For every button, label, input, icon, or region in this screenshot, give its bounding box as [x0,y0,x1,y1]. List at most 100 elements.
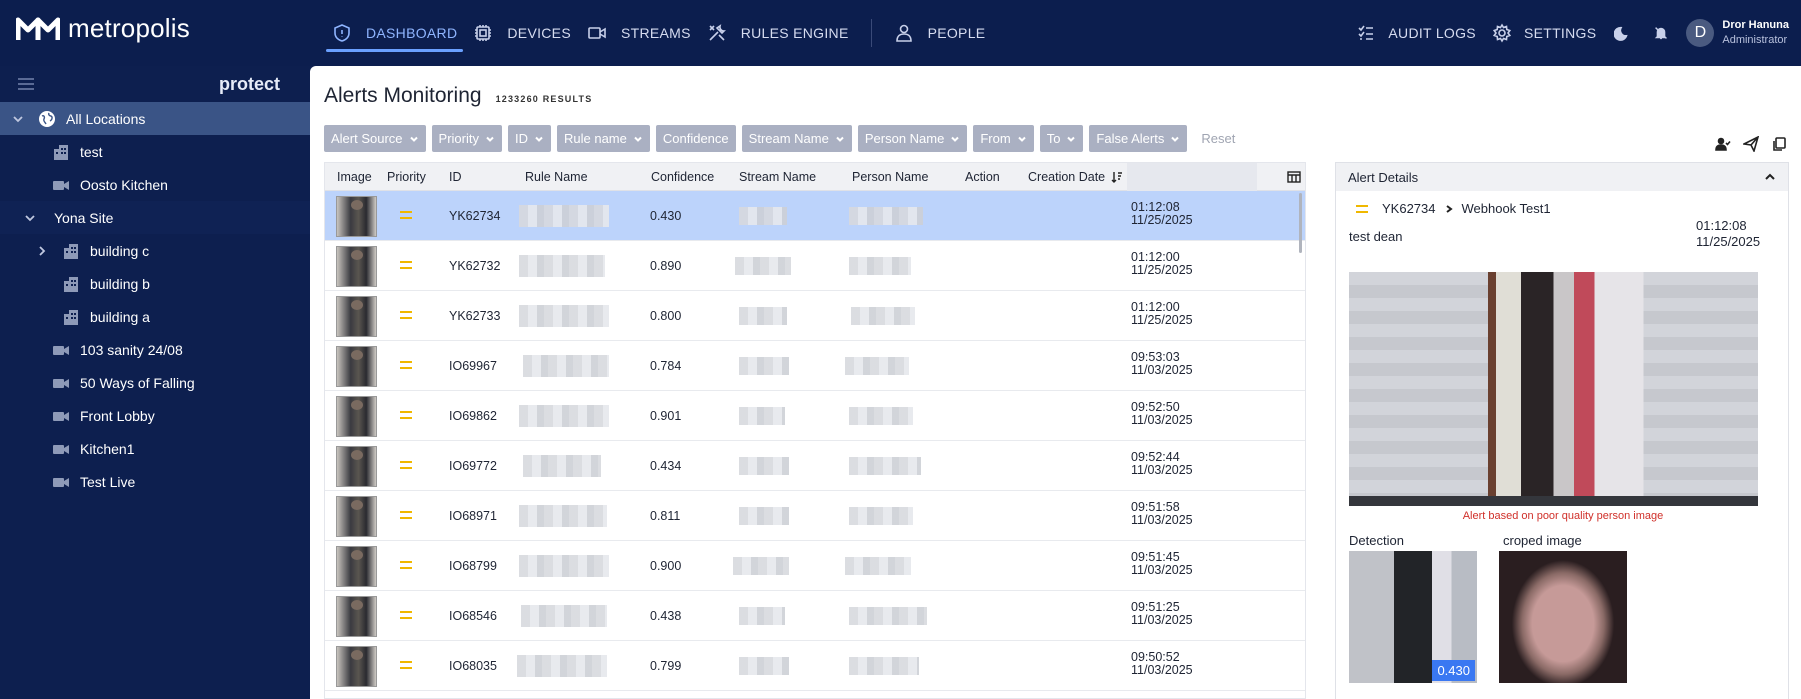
alert-thumbnail[interactable] [336,496,377,537]
alert-scene-image[interactable] [1349,272,1758,506]
col-confidence[interactable]: Confidence [651,170,714,184]
table-row[interactable]: IO68035 0.799 09:50:52 11/03/2025 [325,641,1305,691]
user-info[interactable]: Dror Hanuna Administrator [1722,18,1789,48]
priority-medium-icon [1356,204,1368,213]
col-stream-name[interactable]: Stream Name [739,170,816,184]
col-action[interactable]: Action [965,170,1000,184]
globe-icon [39,110,55,127]
col-id[interactable]: ID [449,170,462,184]
table-row[interactable]: IO68546 0.438 09:51:25 11/03/2025 [325,591,1305,641]
moon-icon[interactable] [1614,24,1632,42]
sidebar-item-all-locations[interactable]: All Locations [0,102,310,135]
filter-false-alerts[interactable]: False Alerts [1089,125,1188,152]
filter-person-name[interactable]: Person Name [857,125,968,152]
filter-priority[interactable]: Priority [431,125,502,152]
camera-icon [53,444,69,454]
col-priority[interactable]: Priority [387,170,426,184]
chevron-down-icon[interactable] [24,212,36,224]
detail-rule-name[interactable]: Webhook Test1 [1462,201,1551,216]
col-rule-name[interactable]: Rule Name [525,170,588,184]
nav-devices[interactable]: DEVICES [465,0,579,66]
redacted-person-name [849,257,911,275]
sidebar-item-building-a[interactable]: building a [0,300,310,333]
chevron-down-icon [409,136,418,142]
table-row[interactable]: IO69772 0.434 09:52:44 11/03/2025 [325,441,1305,491]
filter-id[interactable]: ID [508,125,551,152]
nav-streams[interactable]: STREAMS [579,0,699,66]
avatar[interactable]: D [1686,19,1715,47]
alert-thumbnail[interactable] [336,446,377,487]
nav-people[interactable]: PEOPLE [886,0,994,66]
table-row[interactable]: IO68799 0.900 09:51:45 11/03/2025 [325,541,1305,591]
col-creation-date[interactable]: Creation Date [1028,170,1123,184]
alert-thumbnail[interactable] [336,596,377,637]
col-person-name[interactable]: Person Name [852,170,928,184]
sidebar-item-yona-site[interactable]: Yona Site [0,201,310,234]
alert-thumbnail[interactable] [336,346,377,387]
table-scrollbar[interactable] [1299,193,1302,253]
reset-button[interactable]: Reset [1201,131,1235,146]
alert-thumbnail[interactable] [336,396,377,437]
filter-alert-source[interactable]: Alert Source [324,125,426,152]
alert-thumbnail[interactable] [336,296,377,337]
table-row[interactable]: IO69862 0.901 09:52:50 11/03/2025 [325,391,1305,441]
sidebar-item-oosto-kitchen[interactable]: Oosto Kitchen [0,168,310,201]
nav-settings[interactable]: SETTINGS [1484,0,1604,66]
table-row[interactable]: YK62732 0.890 01:12:00 11/25/2025 [325,241,1305,291]
columns-icon[interactable] [1287,170,1301,184]
redacted-rule-name [523,455,601,477]
table-body: YK62734 0.430 01:12:08 11/25/2025 YK62732… [325,191,1305,691]
redacted-rule-name [519,505,607,527]
menu-icon[interactable] [18,78,34,90]
chevron-down-icon [1171,136,1180,142]
filter-to[interactable]: To [1039,125,1084,152]
chevron-right-icon[interactable] [36,245,48,257]
creation-date: 09:53:03 11/03/2025 [1131,351,1193,377]
chevron-up-icon[interactable] [1764,171,1776,183]
col-image[interactable]: Image [337,170,372,184]
cropped-face-image[interactable] [1499,551,1627,683]
sort-icon[interactable] [1111,171,1123,183]
sidebar-item-test-live[interactable]: Test Live [0,465,310,498]
table-row[interactable]: YK62734 0.430 01:12:08 11/25/2025 [325,191,1305,241]
alert-thumbnail[interactable] [336,196,377,237]
redacted-rule-name [523,355,609,377]
filter-label: Stream Name [748,131,829,146]
filter-confidence[interactable]: Confidence [655,125,736,152]
alert-thumbnail[interactable] [336,546,377,587]
sidebar-item-50-ways[interactable]: 50 Ways of Falling [0,366,310,399]
alert-details-header[interactable]: Alert Details [1336,163,1788,191]
creation-day: 11/03/2025 [1131,513,1193,527]
alert-thumbnail[interactable] [336,246,377,287]
sidebar-item-103-sanity[interactable]: 103 sanity 24/08 [0,333,310,366]
sidebar-item-building-b[interactable]: building b [0,267,310,300]
nav-audit-logs[interactable]: AUDIT LOGS [1348,0,1484,66]
table-row[interactable]: YK62733 0.800 01:12:00 11/25/2025 [325,291,1305,341]
logo[interactable]: metropolis [16,13,190,44]
filter-label: From [980,131,1011,146]
filter-from[interactable]: From [973,125,1034,152]
shield-icon [334,24,350,42]
filter-stream-name[interactable]: Stream Name [741,125,852,152]
bell-off-icon[interactable] [1652,24,1670,42]
table-row[interactable]: IO69967 0.784 09:53:03 11/03/2025 [325,341,1305,391]
filter-rule-name[interactable]: Rule name [557,125,650,152]
send-icon[interactable] [1743,136,1759,152]
filter-label: Person Name [864,131,945,146]
detection-image[interactable]: 0.430 [1349,551,1477,683]
nav-rules-engine[interactable]: RULES ENGINE [699,0,857,66]
sidebar-header: protect [0,66,310,102]
alert-thumbnail[interactable] [336,646,377,687]
sidebar-item-building-c[interactable]: building c [0,234,310,267]
nav-dashboard[interactable]: DASHBOARD [324,0,465,66]
copy-icon[interactable] [1771,136,1787,152]
table-row[interactable]: IO68971 0.811 09:51:58 11/03/2025 [325,491,1305,541]
sidebar-item-test[interactable]: test [0,135,310,168]
sidebar-item-front-lobby[interactable]: Front Lobby [0,399,310,432]
confidence-value: 0.800 [650,309,682,323]
sidebar-item-kitchen1[interactable]: Kitchen1 [0,432,310,465]
chevron-down-icon [1067,136,1076,142]
person-check-icon[interactable] [1715,136,1731,152]
chevron-down-icon[interactable] [12,113,24,125]
alert-id: YK62734 [449,209,501,223]
